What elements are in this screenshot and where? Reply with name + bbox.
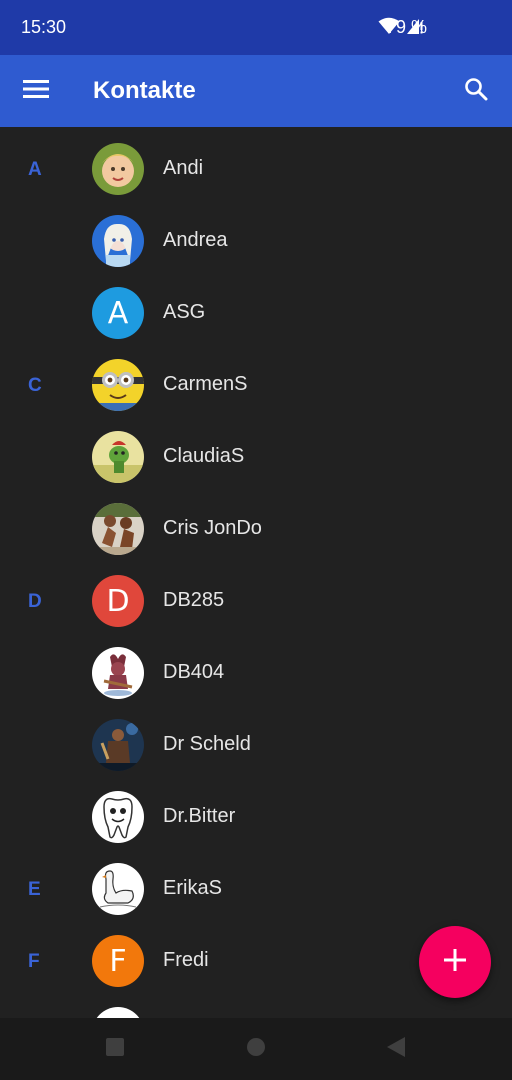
- toddler-photo-icon: [92, 143, 144, 195]
- contact-avatar[interactable]: A: [92, 287, 144, 339]
- add-contact-button[interactable]: [419, 926, 491, 998]
- recents-button[interactable]: [102, 1036, 128, 1062]
- contact-avatar[interactable]: F: [92, 935, 144, 987]
- contact-row[interactable]: DB404: [0, 639, 512, 711]
- swan-photo-icon: [92, 863, 144, 915]
- contact-name: ASG: [163, 301, 206, 323]
- menu-button[interactable]: [16, 73, 56, 109]
- contact-row-partial[interactable]: [0, 999, 512, 1018]
- contact-avatar[interactable]: [92, 863, 144, 915]
- contact-avatar[interactable]: [92, 503, 144, 555]
- contact-name: DB404: [163, 661, 225, 683]
- status-time: 15:30: [21, 17, 67, 37]
- contact-name: Dr.Bitter: [163, 805, 236, 827]
- status-bar: 15:30 79 %: [0, 0, 512, 55]
- contact-avatar[interactable]: D: [92, 575, 144, 627]
- contact-avatar[interactable]: [92, 1007, 144, 1018]
- contact-row[interactable]: Cris JonDo: [0, 495, 512, 567]
- contact-name: Andi: [163, 157, 204, 179]
- contact-row[interactable]: Dr Scheld: [0, 711, 512, 783]
- contact-name: ErikaS: [163, 877, 222, 899]
- plus-icon: [444, 948, 466, 976]
- section-letter: C: [28, 375, 42, 396]
- contact-name: Cris JonDo: [163, 517, 262, 539]
- app-bar: Kontakte: [0, 55, 512, 127]
- search-icon: [464, 77, 488, 106]
- contact-row[interactable]: E ErikaS: [0, 855, 512, 927]
- home-circle-icon: [246, 1037, 266, 1062]
- contact-avatar[interactable]: [92, 791, 144, 843]
- tooth-photo-icon: [92, 791, 144, 843]
- recents-square-icon: [105, 1037, 125, 1062]
- contact-avatar[interactable]: [92, 359, 144, 411]
- section-letter: E: [28, 879, 41, 900]
- contact-avatar[interactable]: [92, 431, 144, 483]
- warrior-photo-icon: [92, 719, 144, 771]
- contact-avatar[interactable]: [92, 647, 144, 699]
- frog-photo-icon: [92, 431, 144, 483]
- contact-name: Dr Scheld: [163, 733, 251, 755]
- contact-row[interactable]: Andrea: [0, 207, 512, 279]
- section-letter: D: [28, 591, 42, 612]
- avatar-letter: A: [107, 295, 129, 331]
- system-nav-bar: [0, 1018, 512, 1080]
- contact-name: DB285: [163, 589, 225, 611]
- contact-row[interactable]: C CarmenS: [0, 351, 512, 423]
- contact-row[interactable]: D D DB285: [0, 567, 512, 639]
- cartoon-guitar-photo-icon: [92, 647, 144, 699]
- home-button[interactable]: [243, 1036, 269, 1062]
- contact-name: Andrea: [163, 229, 228, 251]
- contact-name: CarmenS: [163, 373, 248, 395]
- contact-list[interactable]: A Andi Andrea A ASG C CarmenS ClaudiaS C…: [0, 127, 512, 1018]
- battery-level: 79 %: [386, 17, 428, 37]
- contact-row[interactable]: ClaudiaS: [0, 423, 512, 495]
- princess-photo-icon: [92, 215, 144, 267]
- contact-avatar[interactable]: [92, 719, 144, 771]
- back-triangle-icon: [385, 1036, 407, 1063]
- section-letter: F: [28, 951, 40, 972]
- search-button[interactable]: [456, 71, 496, 111]
- section-letter: A: [28, 159, 42, 180]
- contact-row[interactable]: A ASG: [0, 279, 512, 351]
- minion-photo-icon: [92, 359, 144, 411]
- avatar-letter: D: [106, 583, 130, 619]
- contact-avatar[interactable]: [92, 143, 144, 195]
- back-button[interactable]: [383, 1036, 409, 1062]
- page-title: Kontakte: [93, 77, 196, 104]
- figures-photo-icon: [92, 503, 144, 555]
- contact-row[interactable]: Dr.Bitter: [0, 783, 512, 855]
- contact-name: Fredi: [163, 949, 209, 971]
- contact-avatar[interactable]: [92, 215, 144, 267]
- contact-row[interactable]: A Andi: [0, 135, 512, 207]
- avatar-letter: F: [109, 943, 127, 979]
- contact-name: ClaudiaS: [163, 445, 245, 467]
- hamburger-menu-icon: [23, 79, 49, 104]
